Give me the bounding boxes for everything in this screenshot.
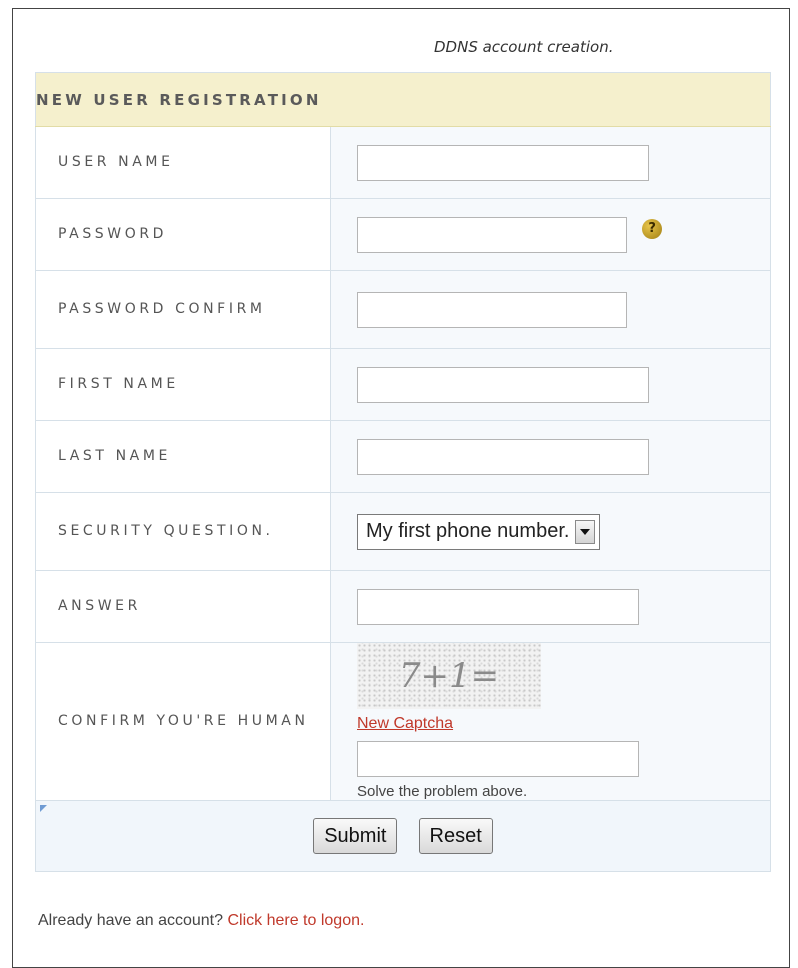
corner-marker-icon xyxy=(40,805,47,812)
security-question-select[interactable]: My first phone number. xyxy=(357,513,601,550)
page-caption: DDNS account creation. xyxy=(434,38,614,56)
security-question-cell: My first phone number. xyxy=(330,492,771,571)
username-cell xyxy=(330,126,771,199)
registration-form: NEW USER REGISTRATION USER NAME PASSWORD… xyxy=(35,72,771,872)
password-confirm-label: PASSWORD CONFIRM xyxy=(35,270,331,349)
username-row: USER NAME xyxy=(35,126,771,199)
password-confirm-input[interactable] xyxy=(357,291,627,328)
answer-row: ANSWER xyxy=(35,570,771,643)
password-cell: ? xyxy=(330,198,771,271)
password-label: PASSWORD xyxy=(35,198,331,271)
first-name-input[interactable] xyxy=(357,366,649,403)
username-label: USER NAME xyxy=(35,126,331,199)
footer: Already have an account? Click here to l… xyxy=(38,912,364,930)
new-captcha-link[interactable]: New Captcha xyxy=(357,715,770,733)
password-help-icon[interactable]: ? xyxy=(642,218,663,239)
password-row: PASSWORD ? xyxy=(35,198,771,271)
footer-text: Already have an account? xyxy=(38,912,228,929)
answer-label: ANSWER xyxy=(35,570,331,643)
captcha-input[interactable] xyxy=(357,741,639,777)
first-name-label: FIRST NAME xyxy=(35,348,331,421)
last-name-cell xyxy=(330,420,771,493)
form-header: NEW USER REGISTRATION xyxy=(35,72,771,127)
captcha-hint: Solve the problem above. xyxy=(357,783,528,800)
reset-button[interactable]: Reset xyxy=(418,818,493,854)
captcha-row: CONFIRM YOU'RE HUMAN 7+1= New Captcha So… xyxy=(35,642,771,801)
security-question-value: My first phone number. xyxy=(366,520,570,542)
last-name-row: LAST NAME xyxy=(35,420,771,493)
captcha-cell: 7+1= New Captcha Solve the problem above… xyxy=(330,642,771,801)
first-name-row: FIRST NAME xyxy=(35,348,771,421)
security-question-row: SECURITY QUESTION. My first phone number… xyxy=(35,492,771,571)
last-name-label: LAST NAME xyxy=(35,420,331,493)
last-name-input[interactable] xyxy=(357,438,649,475)
submit-button[interactable]: Submit xyxy=(313,818,398,854)
first-name-cell xyxy=(330,348,771,421)
captcha-image: 7+1= xyxy=(357,643,541,709)
chevron-down-icon[interactable] xyxy=(575,519,596,544)
answer-input[interactable] xyxy=(357,588,639,625)
captcha-label: CONFIRM YOU'RE HUMAN xyxy=(35,642,331,801)
submit-cell: Submit Reset xyxy=(35,800,771,872)
form-title: NEW USER REGISTRATION xyxy=(35,72,771,127)
password-confirm-cell xyxy=(330,270,771,349)
username-input[interactable] xyxy=(357,144,649,181)
submit-row: Submit Reset xyxy=(35,800,771,872)
password-input[interactable] xyxy=(357,216,627,253)
password-confirm-row: PASSWORD CONFIRM xyxy=(35,270,771,349)
logon-link[interactable]: Click here to logon. xyxy=(227,912,364,929)
security-question-label: SECURITY QUESTION. xyxy=(35,492,331,571)
captcha-text: 7+1= xyxy=(398,656,500,696)
answer-cell xyxy=(330,570,771,643)
